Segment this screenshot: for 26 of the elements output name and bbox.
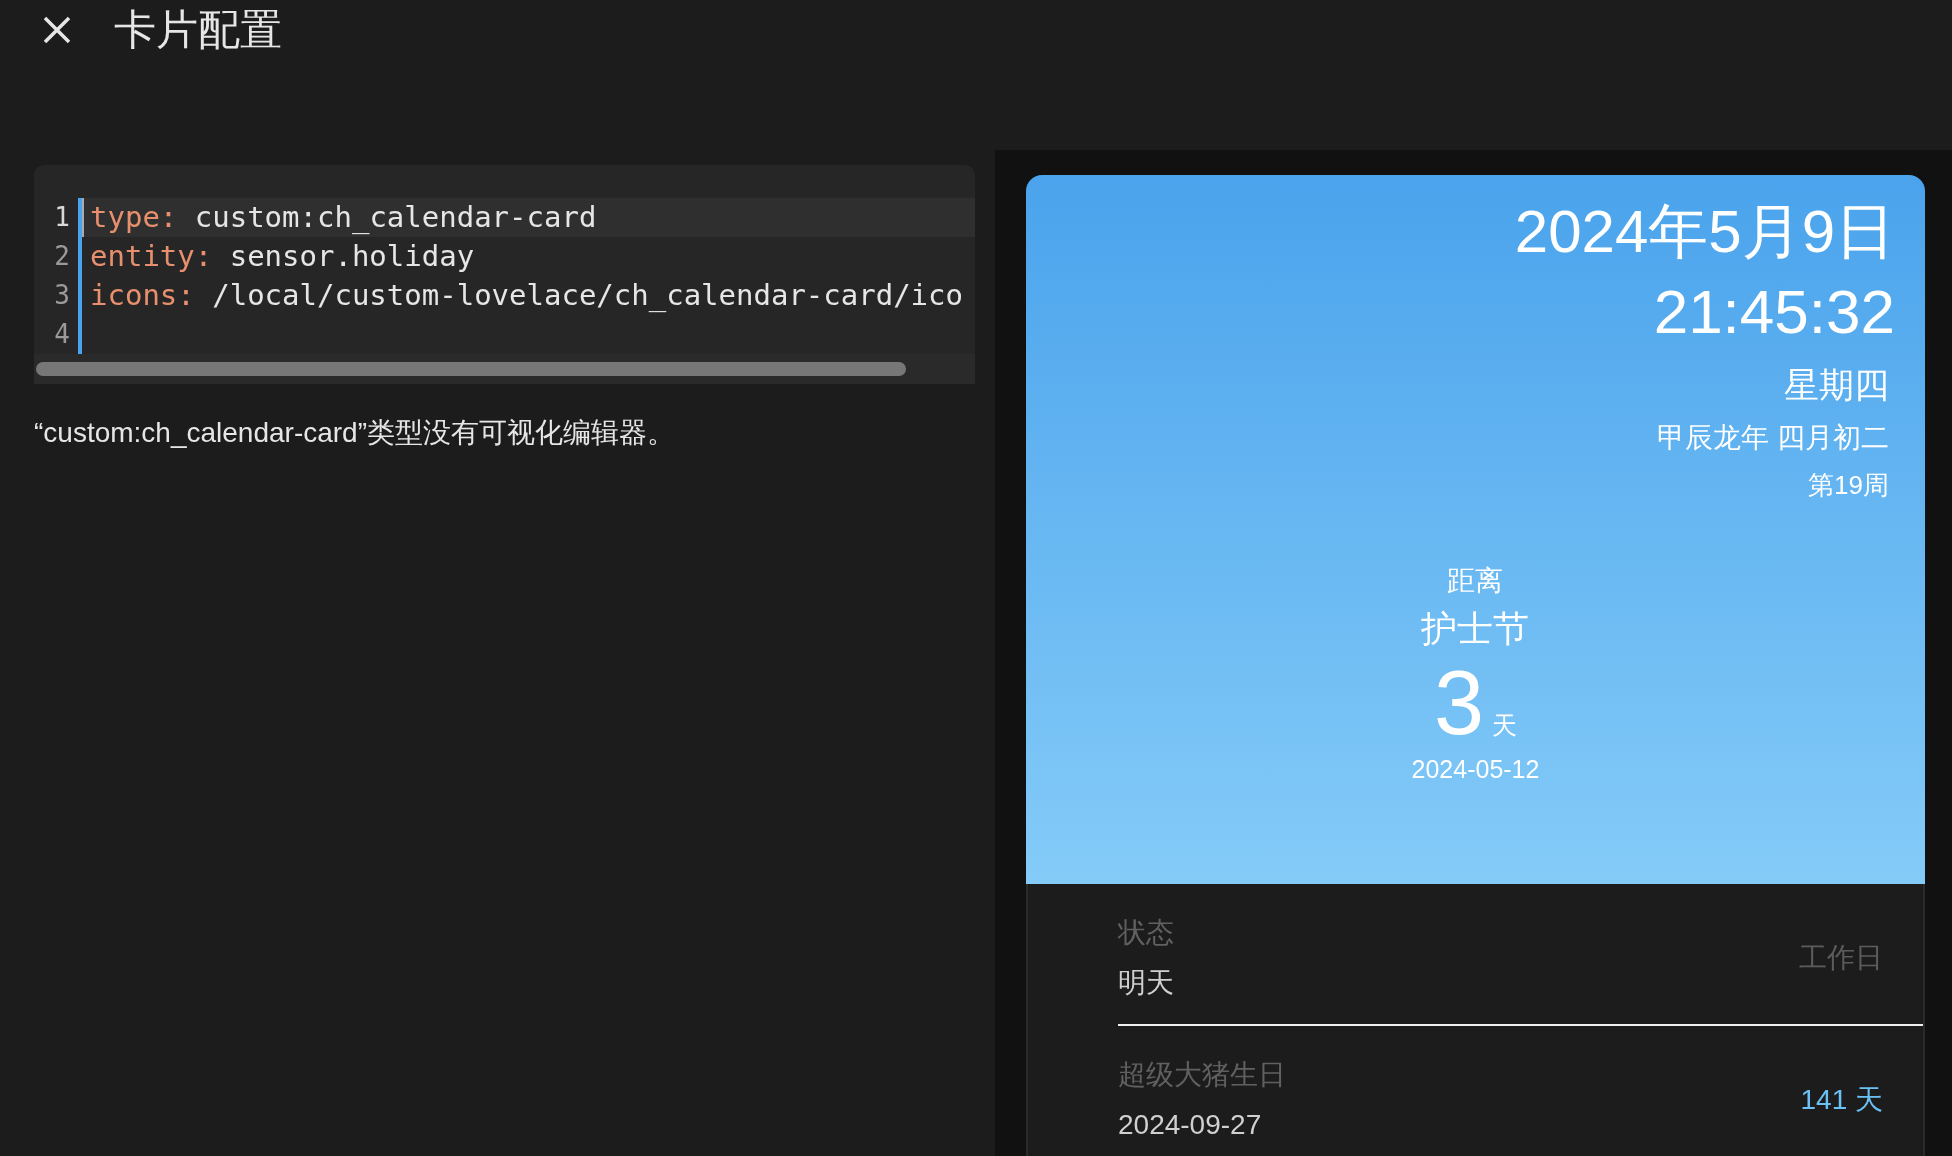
week-number: 第19周 — [1808, 469, 1889, 502]
line-number: 1 — [54, 201, 70, 234]
line-number: 4 — [54, 318, 70, 351]
day-type: 工作日 — [1799, 941, 1883, 975]
holiday-date: 2024-05-12 — [1411, 754, 1540, 785]
lunar-date: 甲辰龙年 四月初二 — [1657, 421, 1889, 455]
event-value: 明天 — [1118, 966, 1174, 1000]
dialog-title: 卡片配置 — [114, 5, 282, 55]
event-value: 2024-09-27 — [1118, 1108, 1263, 1142]
weekday-text: 星期四 — [1784, 364, 1889, 406]
days-remaining: 141 天 — [1800, 1083, 1883, 1117]
code-editor[interactable]: 1 2 3 4 type: custom:ch_calendar-card entity: sensor.holiday icons: /local/custom-lovelace/ch_calendar-card/ico — [34, 165, 975, 384]
clock-time: 21:45:32 — [1653, 276, 1895, 348]
scrollbar-thumb[interactable] — [36, 362, 906, 376]
code-line: entity: sensor.holiday — [89, 238, 476, 275]
holiday-name: 护士节 — [1421, 607, 1530, 651]
line-number: 2 — [54, 240, 70, 273]
code-line: icons: /local/custom-lovelace/ch_calendar-card/ico — [89, 277, 964, 314]
date-text: 2024年5月9日 — [1514, 197, 1895, 267]
event-label: 超级大猪生日 — [1118, 1058, 1286, 1092]
info-message: “custom:ch_calendar-card”类型没有可视化编辑器。 — [34, 416, 677, 450]
countdown-label: 距离 — [1447, 564, 1504, 598]
line-number: 3 — [54, 279, 70, 312]
days-count: 3 — [1433, 655, 1484, 751]
days-unit: 天 — [1492, 710, 1517, 741]
event-label: 状态 — [1118, 916, 1174, 950]
